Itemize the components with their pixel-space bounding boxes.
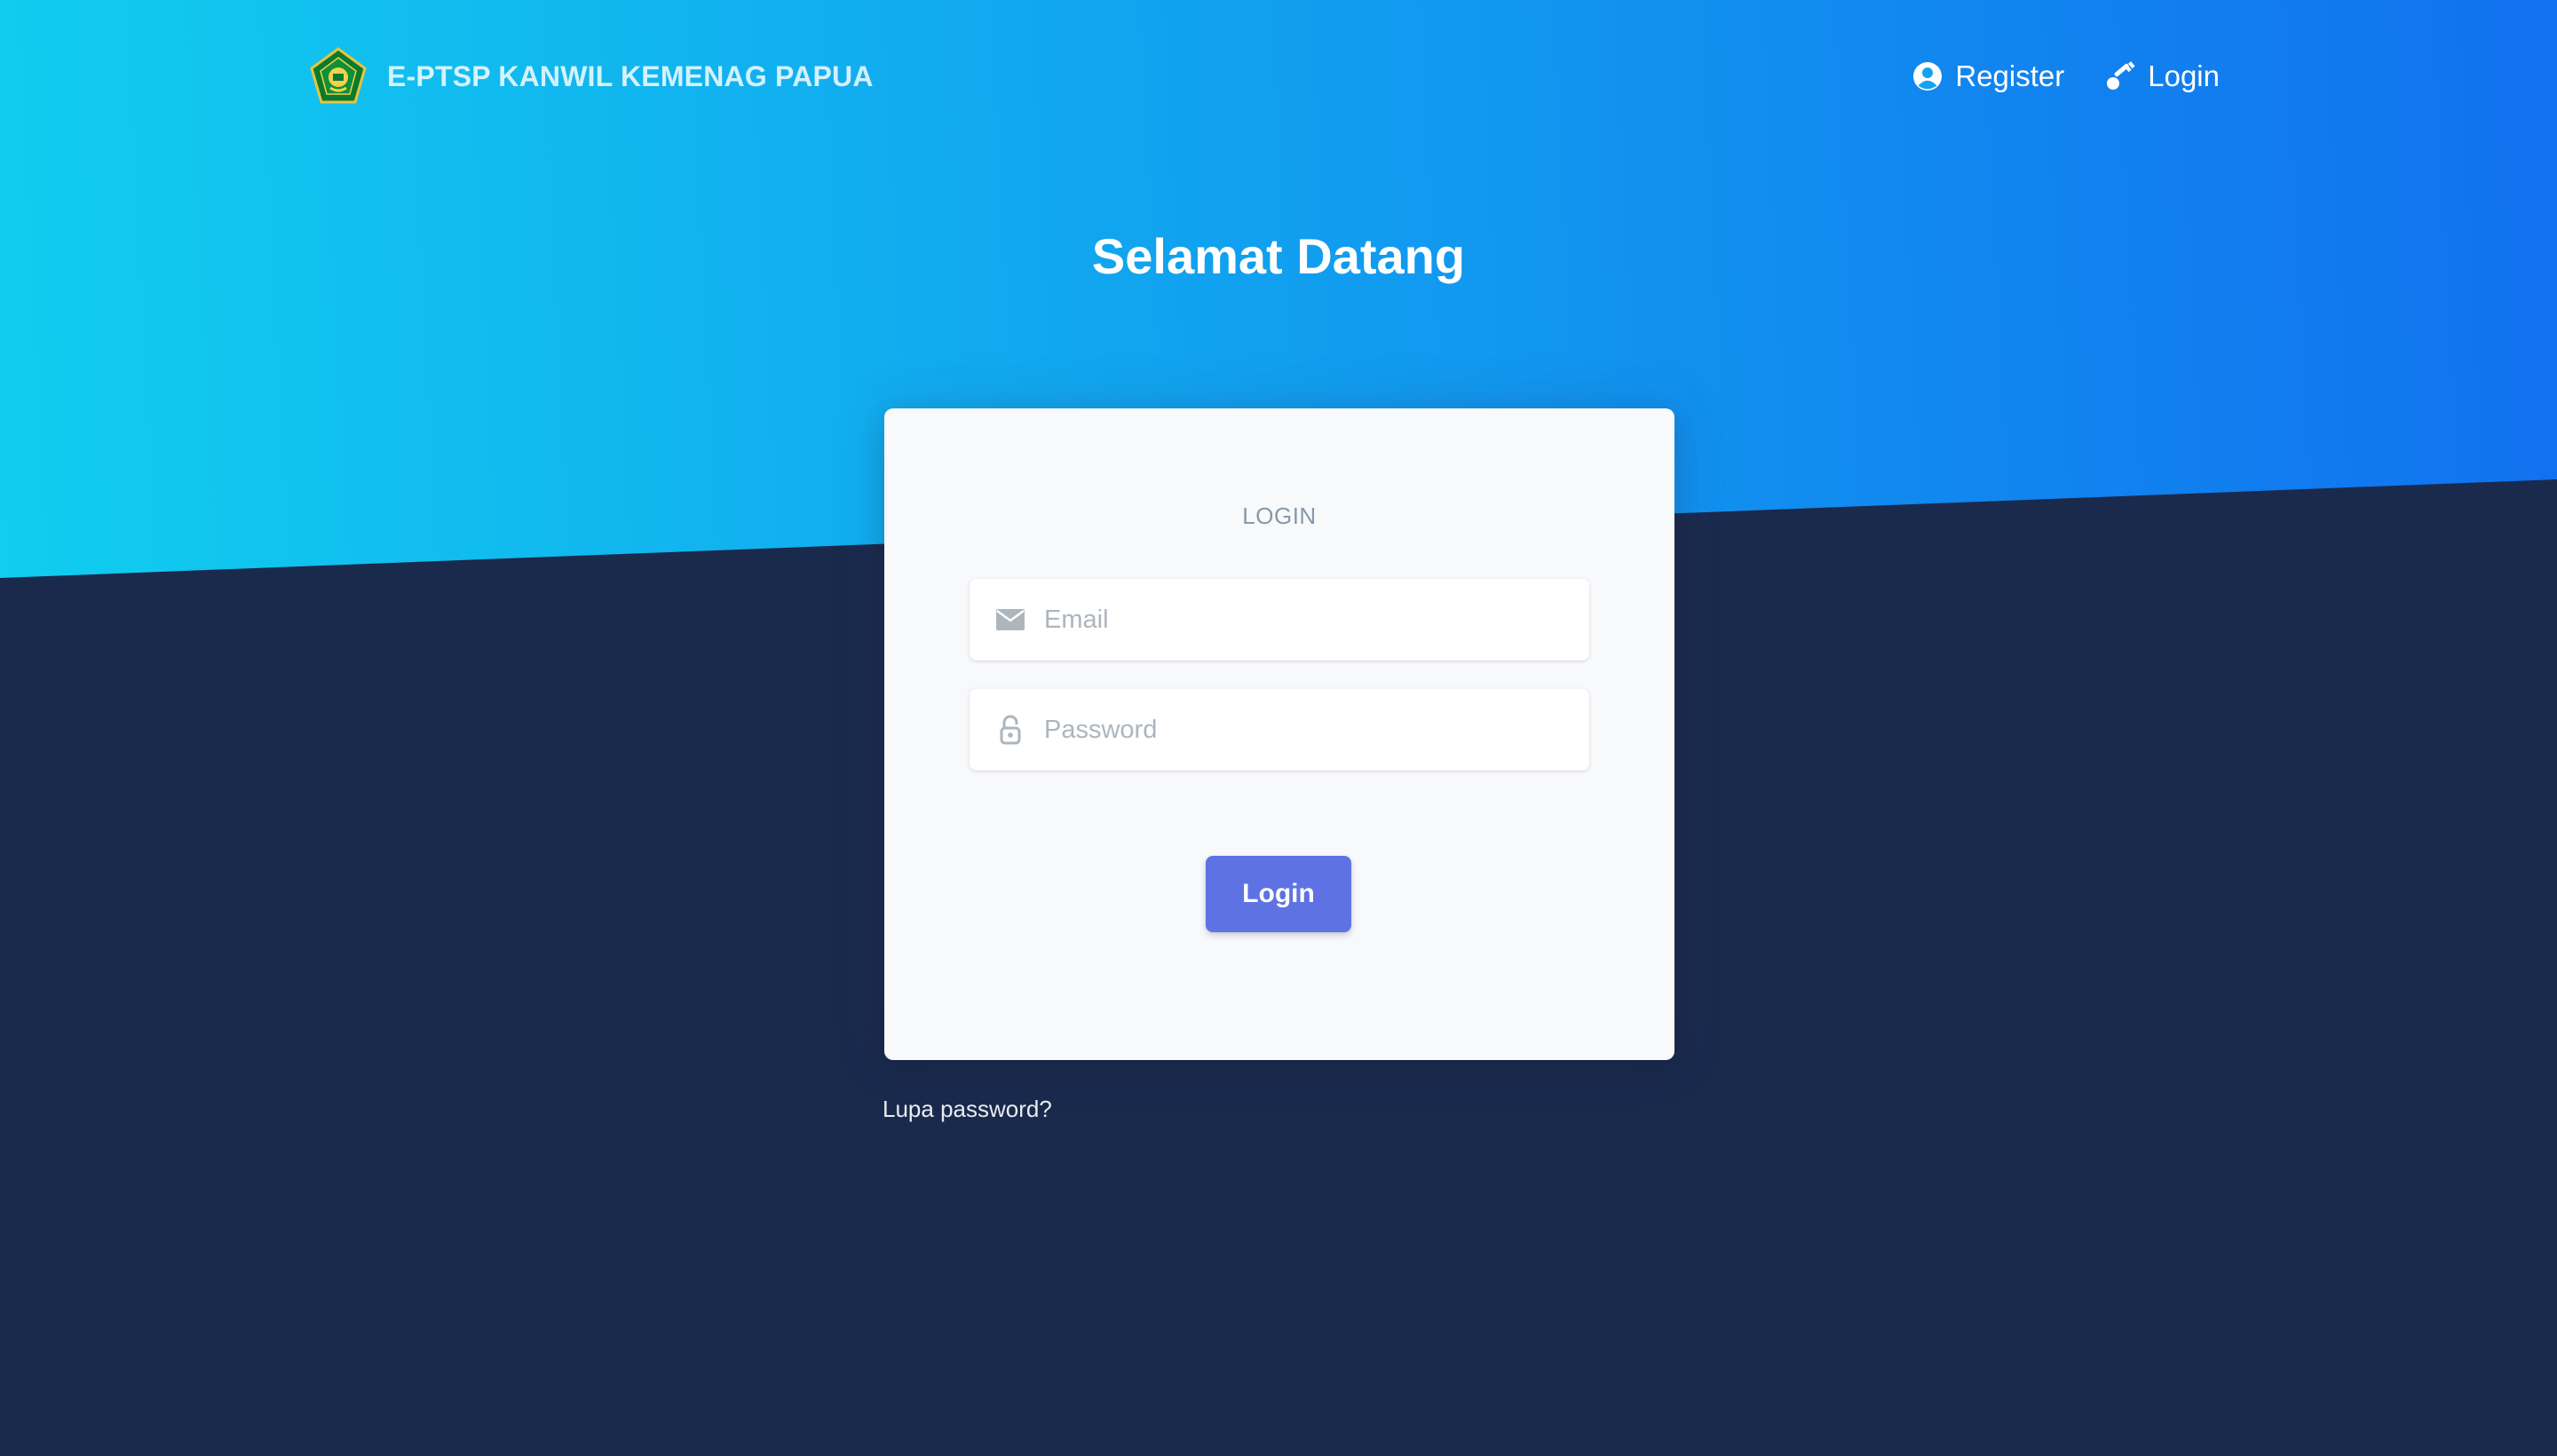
nav-login-link[interactable]: Login: [2105, 59, 2220, 93]
forgot-password-link[interactable]: Lupa password?: [883, 1096, 1052, 1123]
brand[interactable]: E-PTSP KANWIL KEMENAG PAPUA: [309, 46, 874, 107]
login-button[interactable]: Login: [1206, 856, 1351, 932]
nav-login-label: Login: [2148, 59, 2220, 92]
kemenag-emblem-logo: [310, 47, 367, 104]
page-title: Selamat Datang: [1091, 228, 1466, 284]
user-circle-icon: [1913, 62, 1943, 91]
envelope-icon: [982, 579, 1039, 661]
brand-name: E-PTSP KANWIL KEMENAG PAPUA: [387, 59, 874, 92]
top-nav: Register Login: [1912, 51, 2220, 101]
page: E-PTSP KANWIL KEMENAG PAPUA Register Log…: [0, 0, 2557, 1456]
key-icon: [2107, 61, 2135, 90]
password-field[interactable]: [970, 689, 1589, 771]
password-input[interactable]: [1039, 689, 1589, 771]
nav-register-label: Register: [1955, 59, 2065, 92]
lock-open-icon: [982, 689, 1039, 771]
nav-register-link[interactable]: Register: [1912, 59, 2064, 93]
login-card: LOGIN Login: [884, 408, 1674, 1060]
card-heading: LOGIN: [1242, 502, 1317, 529]
email-input[interactable]: [1039, 579, 1589, 661]
email-field[interactable]: [970, 579, 1589, 661]
